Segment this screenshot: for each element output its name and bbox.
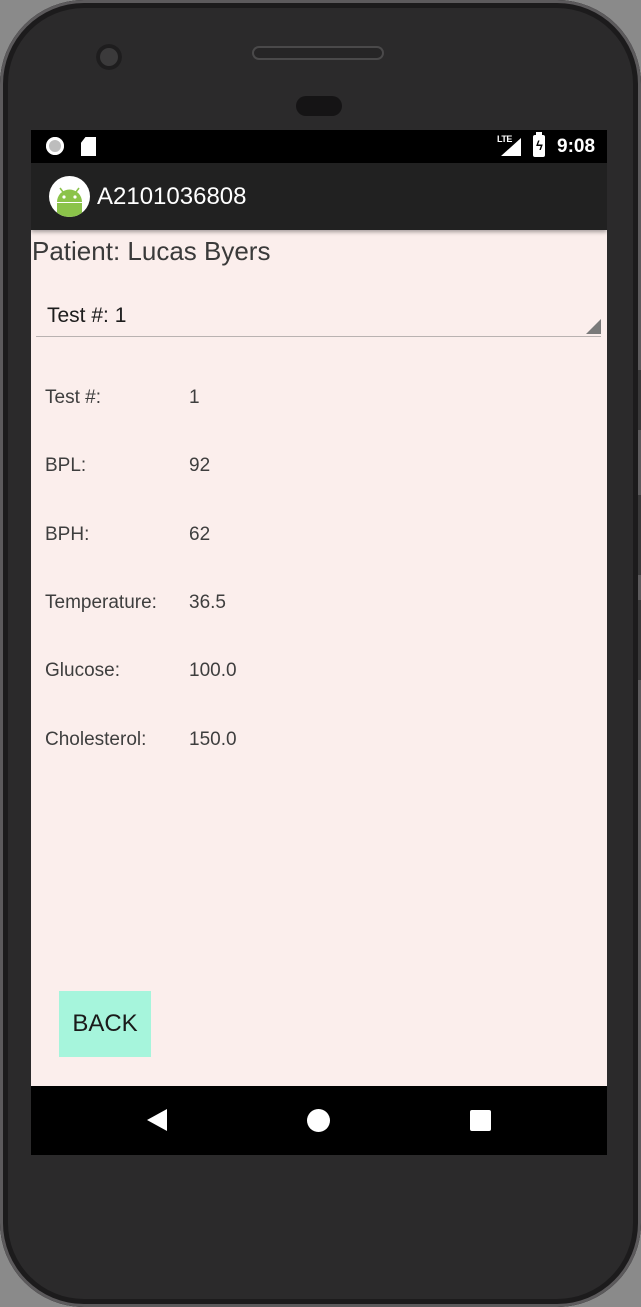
- navigation-bar: [31, 1086, 607, 1155]
- detail-row-temperature: Temperature: 36.5: [45, 592, 545, 620]
- status-time: 9:08: [557, 136, 596, 157]
- network-type: LTE: [497, 134, 512, 144]
- patient-name: Patient: Lucas Byers: [32, 236, 271, 266]
- detail-label: Glucose:: [45, 660, 120, 681]
- detail-row-glucose: Glucose: 100.0: [45, 660, 545, 688]
- front-camera: [96, 44, 122, 70]
- detail-row-bph: BPH: 62: [45, 524, 545, 552]
- back-button[interactable]: BACK: [59, 991, 151, 1057]
- detail-value: 100.0: [189, 660, 237, 681]
- android-icon: [49, 176, 90, 217]
- nav-back-icon[interactable]: [147, 1109, 167, 1131]
- app-title: A2101036808: [97, 183, 247, 210]
- detail-value: 1: [189, 387, 200, 408]
- spinner-selected-value: Test #: 1: [47, 304, 127, 327]
- detail-row-bpl: BPL: 92: [45, 455, 545, 483]
- detail-value: 36.5: [189, 592, 226, 613]
- earpiece-speaker: [252, 46, 384, 60]
- detail-label: BPL:: [45, 455, 87, 476]
- detail-value: 62: [189, 524, 211, 545]
- dropdown-arrow-icon: [586, 319, 601, 334]
- nav-home-icon[interactable]: [307, 1109, 330, 1132]
- app-bar: A2101036808: [31, 163, 607, 230]
- detail-label: Test #:: [45, 387, 101, 408]
- test-selector-spinner[interactable]: Test #: 1: [36, 290, 601, 337]
- proximity-sensor: [296, 96, 342, 116]
- sd-card-icon: [81, 137, 96, 156]
- detail-row-cholesterol: Cholesterol: 150.0: [45, 729, 545, 757]
- detail-value: 150.0: [189, 729, 237, 750]
- detail-label: Cholesterol:: [45, 729, 147, 750]
- notification-circle-icon: [46, 137, 64, 155]
- nav-recents-icon[interactable]: [470, 1110, 491, 1131]
- status-bar: LTE ϟ 9:08: [31, 130, 607, 163]
- detail-row-test-number: Test #: 1: [45, 387, 545, 415]
- battery-charging-icon: ϟ: [533, 132, 545, 157]
- detail-value: 92: [189, 455, 211, 476]
- detail-label: BPH:: [45, 524, 90, 545]
- screen: LTE ϟ 9:08 A2101036808 Patient: Lucas By…: [31, 130, 607, 1155]
- phone-frame: LTE ϟ 9:08 A2101036808 Patient: Lucas By…: [0, 0, 641, 1307]
- detail-label: Temperature:: [45, 592, 157, 613]
